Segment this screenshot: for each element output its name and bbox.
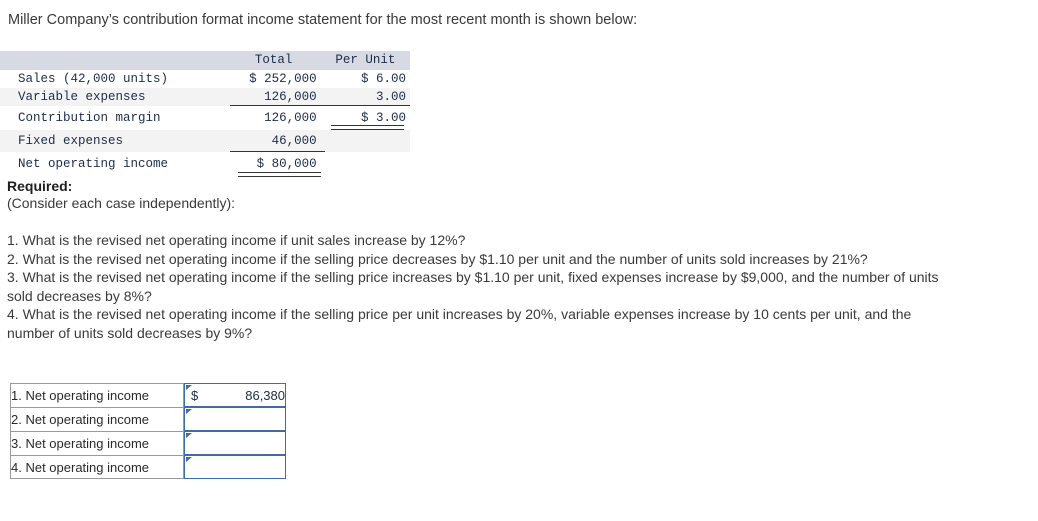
table-row-net-operating-income: Net operating income $ 80,000 <box>0 152 410 177</box>
comment-flag-icon <box>186 385 192 390</box>
answer-currency-1: $ <box>191 387 199 403</box>
answer-value-wrapper-2 <box>185 410 285 428</box>
answer-input-2[interactable] <box>184 407 286 431</box>
table-row-contribution-margin: Contribution margin 126,000 $ 3.00 <box>0 106 410 130</box>
question-3: 3. What is the revised net operating inc… <box>7 269 939 304</box>
answer-row-4: 4. Net operating income <box>10 455 286 479</box>
row-label-contribution-margin: Contribution margin <box>18 111 161 125</box>
row-total-contribution-margin: 126,000 <box>264 111 317 125</box>
answer-input-4[interactable] <box>184 455 286 479</box>
required-block: Required: (Consider each case independen… <box>7 178 235 211</box>
answer-label-1: 1. Net operating income <box>10 383 184 407</box>
answer-table: 1. Net operating income $ 86,380 2. Net … <box>10 383 286 479</box>
comment-flag-icon <box>186 457 192 462</box>
question-2: 2. What is the revised net operating inc… <box>7 250 868 267</box>
row-per-unit-contribution-margin: $ 3.00 <box>325 106 410 130</box>
row-per-unit-sales: $ 6.00 <box>360 72 406 86</box>
answer-input-1[interactable]: $ 86,380 <box>184 383 286 407</box>
answer-value-wrapper-4 <box>185 458 285 476</box>
table-row-variable-expenses: Variable expenses 126,000 3.00 <box>0 88 410 106</box>
row-label-variable-expenses: Variable expenses <box>18 90 146 104</box>
answer-row-3: 3. Net operating income <box>10 431 286 455</box>
answer-label-4: 4. Net operating income <box>10 455 184 479</box>
answer-value-wrapper-1: $ 86,380 <box>185 388 285 403</box>
row-total-net-operating-income: $ 80,000 <box>230 152 324 177</box>
row-label-sales: Sales (42,000 units) <box>18 72 169 86</box>
table-row-fixed-expenses: Fixed expenses 46,000 <box>0 130 410 152</box>
table-header-row: Total Per Unit <box>0 51 410 70</box>
answer-row-2: 2. Net operating income <box>10 407 286 431</box>
row-total-sales: $ 252,000 <box>249 72 317 86</box>
answer-label-2: 2. Net operating income <box>10 407 184 431</box>
answer-row-1: 1. Net operating income $ 86,380 <box>10 383 286 407</box>
row-per-unit-variable-expenses: 3.00 <box>325 88 410 106</box>
row-per-unit-fixed-expenses <box>325 130 410 152</box>
answer-label-3: 3. Net operating income <box>10 431 184 455</box>
question-1: 1. What is the revised net operating inc… <box>7 232 466 248</box>
column-header-total: Total <box>254 53 293 67</box>
income-statement-table: Total Per Unit Sales (42,000 units) $ 25… <box>0 51 410 177</box>
column-header-blank <box>0 51 231 70</box>
intro-text: Miller Company’s contribution format inc… <box>8 12 638 28</box>
row-per-unit-net-operating-income <box>325 152 410 176</box>
required-subtitle: (Consider each case independently): <box>7 195 236 211</box>
answer-value-wrapper-3 <box>185 434 285 452</box>
answer-input-3[interactable] <box>184 431 286 455</box>
comment-flag-icon <box>186 433 192 438</box>
comment-flag-icon <box>186 409 192 414</box>
column-header-per-unit: Per Unit <box>335 53 396 67</box>
row-total-variable-expenses: 126,000 <box>230 88 324 106</box>
row-total-fixed-expenses: 46,000 <box>230 130 324 152</box>
answer-number-1: 86,380 <box>245 387 285 403</box>
question-4: 4. What is the revised net operating inc… <box>7 306 912 341</box>
table-row-sales: Sales (42,000 units) $ 252,000 $ 6.00 <box>0 70 410 88</box>
row-label-fixed-expenses: Fixed expenses <box>18 134 124 148</box>
questions-list: 1. What is the revised net operating inc… <box>7 231 952 342</box>
required-heading: Required: <box>7 178 73 194</box>
row-label-net-operating-income: Net operating income <box>18 157 169 171</box>
